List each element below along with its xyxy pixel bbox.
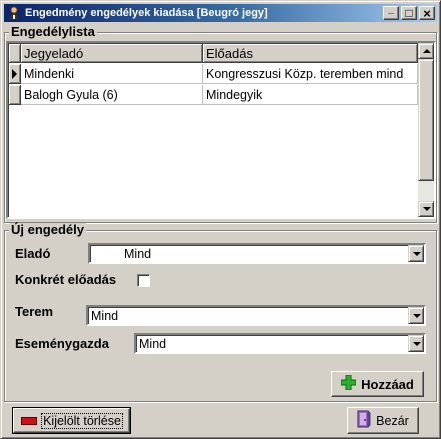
delete-selected-label: Kijelölt törlése [41, 412, 123, 429]
minus-icon [21, 414, 38, 428]
window-title: Engedmény engedélyek kiadása [Beugró jeg… [25, 7, 268, 19]
maximize-button[interactable]: □ [401, 6, 417, 20]
app-person-icon [7, 6, 21, 20]
chevron-down-icon [413, 252, 421, 256]
room-dropdown-button[interactable] [408, 307, 424, 324]
organizer-dropdown-button[interactable] [408, 335, 424, 352]
table-row[interactable]: Balogh Gyula (6) Mindegyik [9, 85, 418, 105]
specific-event-label: Konkrét előadás [15, 272, 117, 287]
seller-dropdown-button[interactable] [408, 245, 424, 262]
close-dialog-label: Bezár [376, 413, 409, 428]
table-row[interactable]: Mindenki Kongresszusi Közp. teremben min… [9, 64, 418, 84]
scroll-down-button[interactable] [418, 201, 434, 217]
room-select-value: Mind [91, 309, 119, 323]
close-button[interactable]: × [419, 6, 435, 20]
column-header-event[interactable]: Előadás [203, 44, 418, 63]
door-exit-icon [357, 410, 371, 431]
organizer-label: Eseménygazda [15, 336, 109, 351]
vertical-scrollbar[interactable] [418, 43, 434, 217]
seller-select[interactable]: Mind [88, 243, 426, 264]
row-indicator[interactable] [9, 64, 21, 84]
arrow-down-icon [423, 207, 431, 211]
new-permission-label: Új engedély [9, 222, 86, 237]
title-bar[interactable]: Engedmény engedélyek kiadása [Beugró jeg… [4, 4, 437, 22]
arrow-up-icon [423, 49, 431, 53]
organizer-select-value: Mind [139, 337, 167, 351]
cell-seller[interactable]: Balogh Gyula (6) [21, 85, 203, 105]
seller-label: Eladó [15, 246, 51, 261]
cell-event[interactable]: Mindegyik [203, 85, 418, 105]
scroll-thumb[interactable] [418, 59, 434, 181]
room-select[interactable]: Mind [86, 305, 426, 326]
minimize-button[interactable]: _ [383, 4, 399, 20]
window-controls: _ □ × [383, 4, 435, 20]
close-dialog-button[interactable]: Bezár [347, 407, 419, 434]
permission-list-label: Engedélylista [9, 24, 97, 39]
add-button[interactable]: Hozzáad [331, 371, 424, 397]
cell-event[interactable]: Kongresszusi Közp. teremben mind [203, 64, 418, 84]
maximize-icon: □ [405, 6, 413, 20]
permission-grid[interactable]: Jegyeladó Előadás Mindenki Kongresszusi … [6, 41, 436, 219]
organizer-select[interactable]: Mind [134, 333, 426, 354]
column-header-seller[interactable]: Jegyeladó [21, 44, 203, 63]
header-indicator [9, 44, 21, 63]
scroll-up-button[interactable] [418, 43, 434, 59]
add-button-label: Hozzáad [361, 376, 414, 392]
seller-select-value: Mind [124, 247, 152, 261]
delete-selected-button[interactable]: Kijelölt törlése [12, 407, 131, 434]
minimize-icon: _ [388, 4, 394, 15]
row-indicator[interactable] [9, 85, 21, 105]
current-row-arrow-icon [12, 69, 17, 79]
dialog-window: Engedmény engedélyek kiadása [Beugró jeg… [0, 0, 441, 439]
room-label: Terem [15, 304, 54, 319]
cell-seller[interactable]: Mindenki [21, 64, 203, 84]
grid-header: Jegyeladó Előadás [9, 44, 418, 63]
specific-event-checkbox[interactable] [137, 274, 150, 287]
chevron-down-icon [413, 314, 421, 318]
close-icon: × [423, 5, 431, 21]
plus-icon [340, 374, 357, 393]
chevron-down-icon [413, 342, 421, 346]
